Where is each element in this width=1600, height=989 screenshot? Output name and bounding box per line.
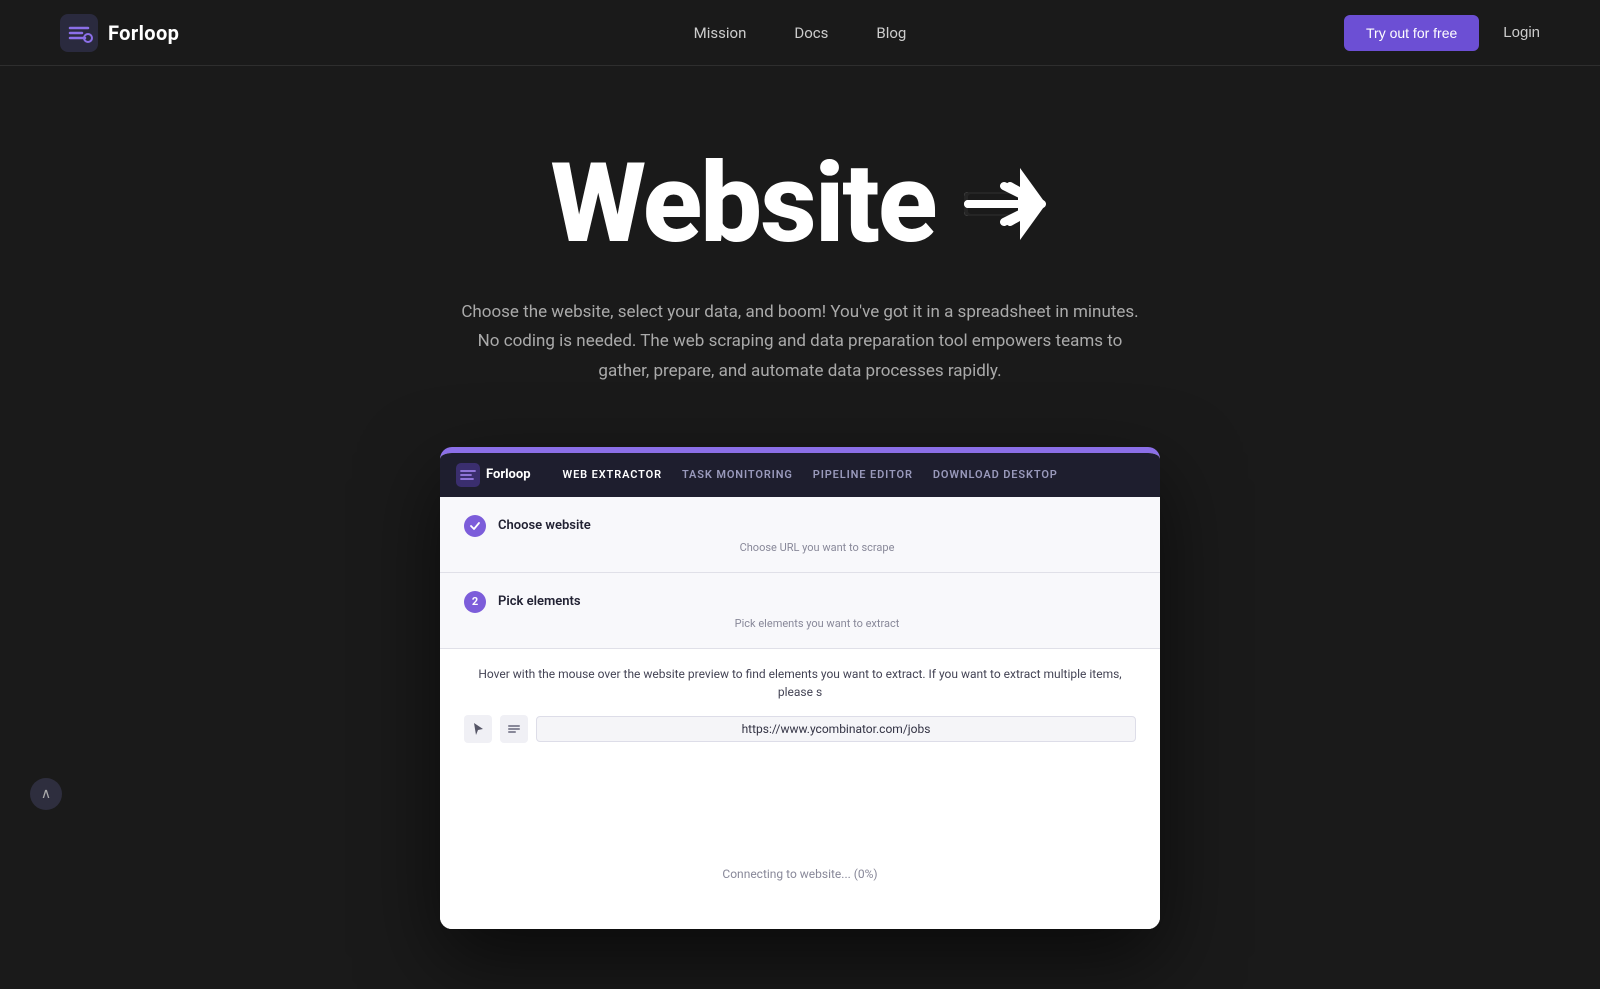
step-2-number: 2 <box>472 595 478 608</box>
step-2-circle: 2 <box>464 591 486 613</box>
step-2-subtitle: Pick elements you want to extract <box>498 617 1136 630</box>
app-brand-name: Forloop <box>486 467 531 482</box>
app-body: Choose website Choose URL you want to sc… <box>440 497 1160 929</box>
app-nav-pipeline-editor[interactable]: PIPELINE EDITOR <box>813 468 913 481</box>
step-2-header: 2 Pick elements <box>464 591 1136 613</box>
url-display[interactable]: https://www.ycombinator.com/jobs <box>536 716 1136 742</box>
step-2: 2 Pick elements Pick elements you want t… <box>440 573 1160 649</box>
scroll-up-button[interactable]: ∧ <box>30 778 62 810</box>
hero-title: Website <box>550 146 1049 262</box>
nav-link-mission[interactable]: Mission <box>694 24 747 42</box>
hero-title-text: Website <box>550 146 935 262</box>
app-nav-task-monitoring[interactable]: TASK MONITORING <box>682 468 793 481</box>
list-icon <box>500 715 528 743</box>
content-area: Hover with the mouse over the website pr… <box>440 649 1160 929</box>
url-row: https://www.ycombinator.com/jobs <box>464 715 1136 743</box>
arrow-right-icon <box>960 164 1050 244</box>
step-1-title: Choose website <box>498 518 591 533</box>
forloop-logo-icon <box>60 14 98 52</box>
login-button[interactable]: Login <box>1503 24 1540 41</box>
try-free-button[interactable]: Try out for free <box>1344 15 1479 51</box>
step-1-header: Choose website <box>464 515 1136 537</box>
cursor-icon <box>464 715 492 743</box>
nav-actions: Try out for free Login <box>1344 15 1540 51</box>
app-nav-download-desktop[interactable]: DOWNLOAD DESKTOP <box>933 468 1058 481</box>
connecting-status: Connecting to website... (0%) <box>464 859 1136 889</box>
mouse-cursor-icon: 🖱 <box>792 775 809 803</box>
app-logo-icon <box>456 463 480 487</box>
step-1: Choose website Choose URL you want to sc… <box>440 497 1160 573</box>
step-1-subtitle: Choose URL you want to scrape <box>498 541 1136 554</box>
cursor-visual-area: 🖱 <box>464 759 1136 819</box>
app-nav-items: WEB EXTRACTOR TASK MONITORING PIPELINE E… <box>563 468 1058 481</box>
hero-description: Choose the website, select your data, an… <box>460 298 1140 387</box>
logo[interactable]: Forloop <box>60 14 179 52</box>
navbar: Forloop Mission Docs Blog Try out for fr… <box>0 0 1600 66</box>
app-screenshot: Forloop WEB EXTRACTOR TASK MONITORING PI… <box>440 447 1160 929</box>
hover-instruction: Hover with the mouse over the website pr… <box>464 665 1136 701</box>
hero-section: Website Choose the website, select your … <box>0 66 1600 989</box>
step-2-title: Pick elements <box>498 594 581 609</box>
nav-link-docs[interactable]: Docs <box>794 24 828 42</box>
app-nav-web-extractor[interactable]: WEB EXTRACTOR <box>563 468 662 481</box>
chevron-up-icon: ∧ <box>41 786 51 802</box>
app-navbar: Forloop WEB EXTRACTOR TASK MONITORING PI… <box>440 453 1160 497</box>
app-logo: Forloop <box>456 463 531 487</box>
nav-links: Mission Docs Blog <box>694 24 907 42</box>
brand-name: Forloop <box>108 21 179 45</box>
nav-link-blog[interactable]: Blog <box>876 24 906 42</box>
step-1-circle <box>464 515 486 537</box>
